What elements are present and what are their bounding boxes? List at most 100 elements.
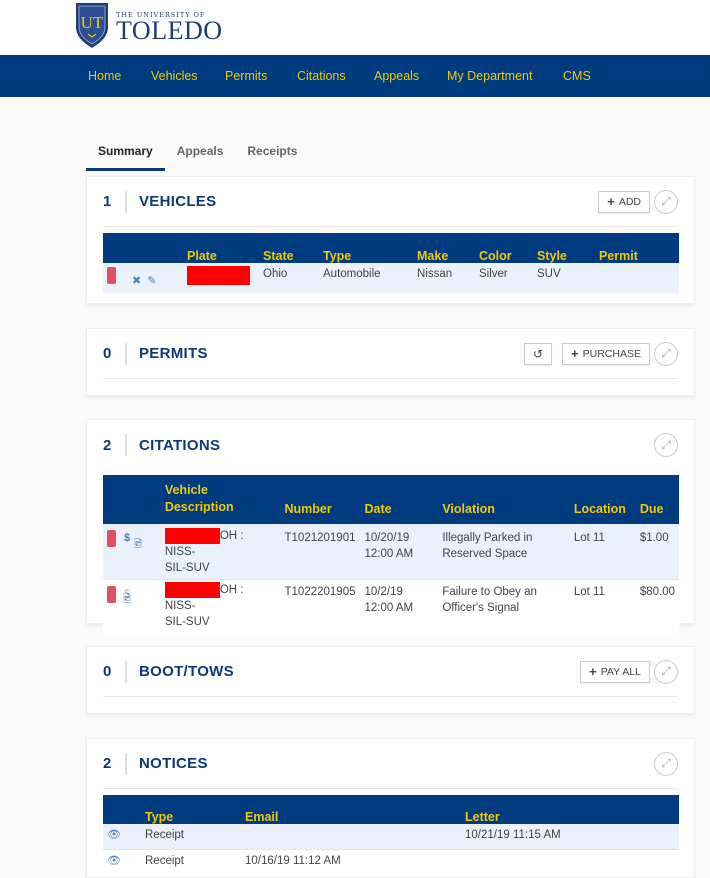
plus-icon: +	[607, 194, 615, 209]
shield-logo-icon: UT	[76, 3, 108, 48]
col-style[interactable]: Style	[533, 233, 595, 263]
citations-table: Vehicle Description Number Date Violatio…	[103, 475, 679, 633]
nav-citations[interactable]: Citations	[297, 69, 374, 83]
view-eye-icon[interactable]: 👁	[107, 855, 121, 867]
cell-state: Ohio	[259, 263, 319, 293]
col-plate[interactable]: Plate	[183, 233, 259, 263]
divider	[125, 752, 127, 775]
cell-due: $1.00	[635, 524, 679, 580]
cell-color: Silver	[475, 263, 533, 293]
nav-my-department[interactable]: My Department	[447, 69, 563, 83]
flag-icon	[107, 267, 116, 284]
image-icon[interactable]: 🖻	[123, 594, 131, 605]
notices-title: NOTICES	[139, 755, 208, 772]
col-permit[interactable]: Permit	[595, 233, 679, 263]
table-row: $🖻 OH : NISS- SIL-SUV T1022201905 10/2/19…	[103, 579, 679, 633]
col-color[interactable]: Color	[475, 233, 533, 263]
col-type[interactable]: Type	[319, 233, 413, 263]
col-violation[interactable]: Violation	[438, 475, 570, 524]
plus-icon: +	[571, 346, 579, 361]
boot-tows-count: 0	[103, 663, 112, 680]
col-number[interactable]: Number	[280, 475, 361, 524]
flag-icon	[107, 586, 116, 603]
cell-email: 10/16/19 11:12 AM	[241, 848, 461, 874]
plate-redacted	[164, 582, 220, 598]
col-type[interactable]: Type	[141, 795, 241, 824]
citations-title: CITATIONS	[139, 436, 221, 454]
pay-all-button[interactable]: + PAY ALL	[580, 660, 650, 683]
expand-icon[interactable]: ⤢	[654, 659, 678, 684]
purchase-permit-button[interactable]: + PURCHASE	[562, 342, 650, 365]
pay-all-label: PAY ALL	[600, 665, 641, 678]
cell-email	[241, 824, 461, 849]
nav-permits[interactable]: Permits	[225, 69, 297, 83]
divider	[125, 434, 127, 456]
vehicles-title: VEHICLES	[139, 193, 217, 210]
col-date[interactable]: Date	[360, 475, 439, 524]
cell-violation: Failure to Obey an Officer's Signal	[438, 579, 570, 633]
col-vehicle-description[interactable]: Vehicle Description	[160, 475, 281, 524]
cell-due: $80.00	[635, 579, 679, 633]
tab-appeals[interactable]: Appeals	[165, 140, 236, 171]
col-email[interactable]: Email	[241, 795, 461, 824]
vehicles-panel: 1 VEHICLES + ADD ⤢ Plate State Type Make …	[86, 176, 695, 304]
table-row: 👁 Receipt 10/16/19 11:12 AM	[103, 848, 679, 874]
nav-vehicles[interactable]: Vehicles	[151, 69, 225, 83]
cell-time: 12:00 AM	[364, 548, 414, 560]
cell-date: 10/2/19	[364, 586, 403, 598]
col-due[interactable]: Due	[635, 475, 679, 524]
cell-number[interactable]: T1022201905	[280, 579, 361, 633]
cell-make: Nissan	[413, 263, 475, 293]
university-logo[interactable]: UT THE UNIVERSITY OF TOLEDO	[74, 0, 223, 50]
add-vehicle-button[interactable]: + ADD	[598, 190, 650, 213]
notices-count: 2	[103, 755, 112, 772]
divider	[125, 342, 127, 365]
cell-style: SUV	[533, 263, 595, 293]
permits-panel: 0 PERMITS ↺ + PURCHASE ⤢	[86, 328, 695, 396]
nav-cms[interactable]: CMS	[563, 69, 591, 83]
col-location[interactable]: Location	[569, 475, 636, 524]
col-letter[interactable]: Letter	[461, 795, 679, 824]
vehicle-desc-2: SIL-SUV	[164, 616, 210, 628]
cell-type: Automobile	[319, 263, 413, 293]
notices-table: Type Email Letter 👁 Receipt 10/21/19 11:…	[103, 795, 679, 874]
notices-panel: 2 NOTICES ⤢ Type Email Letter 👁 Receipt …	[86, 738, 695, 878]
cell-violation: Illegally Parked in Reserved Space	[438, 524, 570, 580]
table-row: 👁 Receipt 10/21/19 11:15 AM	[103, 824, 679, 849]
tab-summary[interactable]: Summary	[86, 140, 165, 171]
image-icon[interactable]: 🖻	[134, 539, 142, 550]
vehicle-desc-2: SIL-SUV	[164, 562, 210, 574]
view-eye-icon[interactable]: 👁	[107, 829, 121, 841]
tab-receipts[interactable]: Receipts	[235, 140, 309, 171]
expand-icon[interactable]: ⤢	[654, 433, 678, 457]
site-header: UT THE UNIVERSITY OF TOLEDO	[0, 0, 710, 55]
boot-tows-title: BOOT/TOWS	[139, 663, 234, 680]
permits-count: 0	[103, 345, 112, 362]
cell-time: 12:00 AM	[364, 602, 414, 614]
history-icon: ↺	[532, 346, 544, 361]
cell-type: Receipt	[141, 824, 241, 849]
cell-letter	[461, 848, 679, 874]
citations-count: 2	[103, 436, 112, 454]
cell-number[interactable]: T1021201901	[280, 524, 361, 580]
pay-dollar-icon[interactable]: $	[124, 532, 130, 544]
nav-home[interactable]: Home	[88, 69, 151, 83]
main-nav: Home Vehicles Permits Citations Appeals …	[0, 55, 710, 97]
purchase-label: PURCHASE	[582, 347, 641, 360]
divider	[125, 190, 127, 213]
flag-icon	[107, 530, 116, 547]
vehicles-table: Plate State Type Make Color Style Permit…	[103, 233, 679, 293]
permit-history-button[interactable]: ↺	[523, 342, 553, 365]
col-state[interactable]: State	[259, 233, 319, 263]
divider	[125, 660, 127, 683]
expand-icon[interactable]: ⤢	[654, 751, 678, 776]
edit-icon[interactable]: ✎	[147, 275, 156, 287]
expand-icon[interactable]: ⤢	[654, 189, 678, 214]
col-make[interactable]: Make	[413, 233, 475, 263]
cell-date: 10/20/19	[364, 532, 410, 544]
expand-icon[interactable]: ⤢	[654, 341, 678, 366]
nav-appeals[interactable]: Appeals	[374, 69, 447, 83]
permits-title: PERMITS	[139, 345, 208, 362]
delete-icon[interactable]: ✖	[132, 275, 141, 287]
logo-title: TOLEDO	[116, 16, 223, 45]
